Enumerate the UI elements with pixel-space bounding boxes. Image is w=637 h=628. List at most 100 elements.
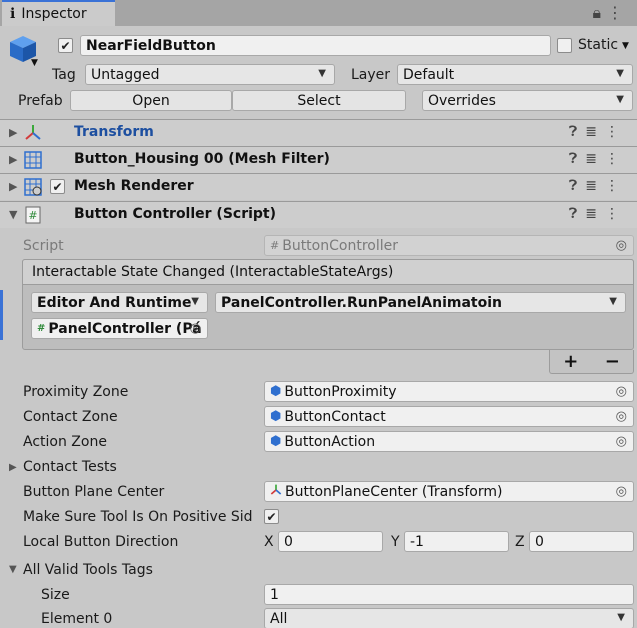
help-icon[interactable]: ❓︎: [569, 151, 585, 167]
direction-x-label[interactable]: X: [264, 534, 274, 550]
mesh-grid-icon: [24, 151, 42, 173]
valid-tools-tags-label[interactable]: All Valid Tools Tags: [23, 562, 153, 578]
local-button-direction-label: Local Button Direction: [23, 534, 179, 550]
lock-icon[interactable]: 🔒︎: [592, 3, 607, 22]
active-checkbox[interactable]: ✔: [58, 38, 73, 53]
menu-icon[interactable]: ⋮: [605, 178, 627, 194]
object-name-input[interactable]: NearFieldButton: [80, 35, 551, 56]
event-mode-dropdown[interactable]: Editor And Runtime ▼: [31, 292, 208, 313]
chevron-down-icon: ▼: [318, 68, 326, 79]
help-icon[interactable]: ❓︎: [569, 124, 585, 140]
component-tools: ❓︎≣⋮: [569, 206, 627, 222]
button-plane-center-label: Button Plane Center: [23, 484, 165, 500]
direction-x-input[interactable]: 0: [278, 531, 383, 552]
fold-right-icon[interactable]: ▶: [9, 462, 17, 473]
proximity-zone-field[interactable]: ⬢ ButtonProximity ◎: [264, 381, 634, 402]
presets-icon[interactable]: ≣: [585, 124, 605, 140]
fold-down-icon[interactable]: ▼: [9, 564, 17, 575]
presets-icon[interactable]: ≣: [585, 151, 605, 167]
size-input[interactable]: 1: [264, 584, 634, 605]
prefab-overrides-dropdown[interactable]: Overrides ▼: [422, 90, 633, 111]
layer-dropdown[interactable]: Default ▼: [397, 64, 633, 85]
object-picker-icon: ◎: [615, 238, 627, 253]
tab-inspector[interactable]: ℹ Inspector: [2, 0, 115, 26]
object-picker-icon[interactable]: ◎: [616, 384, 627, 399]
size-label: Size: [41, 587, 70, 603]
prefab-select-button[interactable]: Select: [232, 90, 406, 111]
direction-z-input[interactable]: 0: [529, 531, 634, 552]
fold-right-icon[interactable]: ▶: [9, 180, 17, 193]
element-0-label: Element 0: [41, 611, 113, 627]
static-label: Static: [578, 37, 619, 53]
chevron-down-icon[interactable]: ▼: [622, 41, 629, 51]
script-icon: #: [24, 206, 42, 228]
static-checkbox[interactable]: [557, 38, 572, 53]
proximity-zone-label: Proximity Zone: [23, 384, 129, 400]
mesh-renderer-icon: [24, 178, 42, 200]
object-picker-icon[interactable]: ◎: [190, 321, 201, 336]
info-icon: ℹ: [10, 6, 16, 22]
action-zone-label: Action Zone: [23, 434, 107, 450]
menu-icon[interactable]: ⋮: [605, 124, 627, 140]
element-0-dropdown[interactable]: All ▼: [264, 608, 634, 628]
component-tools: ❓︎≣⋮: [569, 151, 627, 167]
tag-label: Tag: [52, 67, 76, 83]
remove-listener-button[interactable]: −: [605, 351, 620, 372]
chevron-down-icon[interactable]: ▼: [31, 58, 38, 68]
menu-icon[interactable]: ⋮: [605, 151, 627, 167]
tag-dropdown[interactable]: Untagged ▼: [85, 64, 335, 85]
action-zone-field[interactable]: ⬢ ButtonAction ◎: [264, 431, 634, 452]
component-title: Transform: [74, 124, 154, 140]
object-picker-icon[interactable]: ◎: [616, 434, 627, 449]
unity-event-header: Interactable State Changed (Interactable…: [22, 259, 634, 285]
selection-indicator: [0, 290, 3, 340]
gameobject-icon: ⬢: [270, 434, 282, 449]
menu-icon[interactable]: ⋮: [605, 206, 627, 222]
layer-label: Layer: [351, 67, 391, 83]
script-field: # ButtonController ◎: [264, 235, 634, 256]
object-picker-icon[interactable]: ◎: [616, 409, 627, 424]
presets-icon[interactable]: ≣: [585, 206, 605, 222]
chevron-down-icon: ▼: [616, 68, 624, 79]
svg-text:#: #: [28, 209, 37, 222]
prefab-label: Prefab: [18, 93, 63, 109]
direction-y-label[interactable]: Y: [391, 534, 400, 550]
menu-icon[interactable]: ⋮: [607, 3, 629, 22]
event-target-field[interactable]: # PanelController (Pá ◎: [31, 318, 208, 339]
component-mesh-renderer[interactable]: ▶ ✔ Mesh Renderer ❓︎≣⋮: [0, 173, 637, 200]
script-icon: #: [270, 239, 280, 252]
transform-icon: [24, 124, 42, 146]
fold-right-icon[interactable]: ▶: [9, 126, 17, 139]
help-icon[interactable]: ❓︎: [569, 178, 585, 194]
component-mesh-filter[interactable]: ▶ Button_Housing 00 (Mesh Filter) ❓︎≣⋮: [0, 146, 637, 173]
chevron-down-icon: ▼: [617, 612, 625, 623]
contact-zone-field[interactable]: ⬢ ButtonContact ◎: [264, 406, 634, 427]
script-label: Script: [23, 238, 64, 254]
object-picker-icon[interactable]: ◎: [616, 484, 627, 499]
event-function-dropdown[interactable]: PanelController.RunPanelAnimatoin ▼: [215, 292, 626, 313]
fold-down-icon[interactable]: ▼: [9, 208, 17, 221]
component-tools: ❓︎≣⋮: [569, 124, 627, 140]
make-sure-tool-label: Make Sure Tool Is On Positive Sid: [23, 509, 253, 525]
direction-z-label[interactable]: Z: [515, 534, 525, 550]
chevron-down-icon: ▼: [191, 296, 199, 307]
script-icon: #: [37, 323, 46, 334]
tab-controls: 🔒︎⋮: [592, 3, 629, 23]
component-button-controller[interactable]: ▼ # Button Controller (Script) ❓︎≣⋮: [0, 201, 637, 228]
help-icon[interactable]: ❓︎: [569, 206, 585, 222]
presets-icon[interactable]: ≣: [585, 178, 605, 194]
fold-right-icon[interactable]: ▶: [9, 153, 17, 166]
button-plane-center-field[interactable]: ButtonPlaneCenter (Transform) ◎: [264, 481, 634, 502]
direction-y-input[interactable]: -1: [404, 531, 509, 552]
contact-tests-label[interactable]: Contact Tests: [23, 459, 117, 475]
event-list-buttons: + −: [549, 350, 634, 374]
component-title: Button Controller (Script): [74, 206, 277, 222]
add-listener-button[interactable]: +: [563, 351, 578, 372]
make-sure-tool-checkbox[interactable]: ✔: [264, 509, 279, 524]
gameobject-icon: ⬢: [270, 409, 282, 424]
component-transform[interactable]: ▶ Transform ❓︎≣⋮: [0, 119, 637, 146]
prefab-open-button[interactable]: Open: [70, 90, 232, 111]
contact-zone-label: Contact Zone: [23, 409, 118, 425]
mesh-renderer-enabled-checkbox[interactable]: ✔: [50, 179, 65, 194]
gameobject-icon: ⬢: [270, 384, 282, 399]
